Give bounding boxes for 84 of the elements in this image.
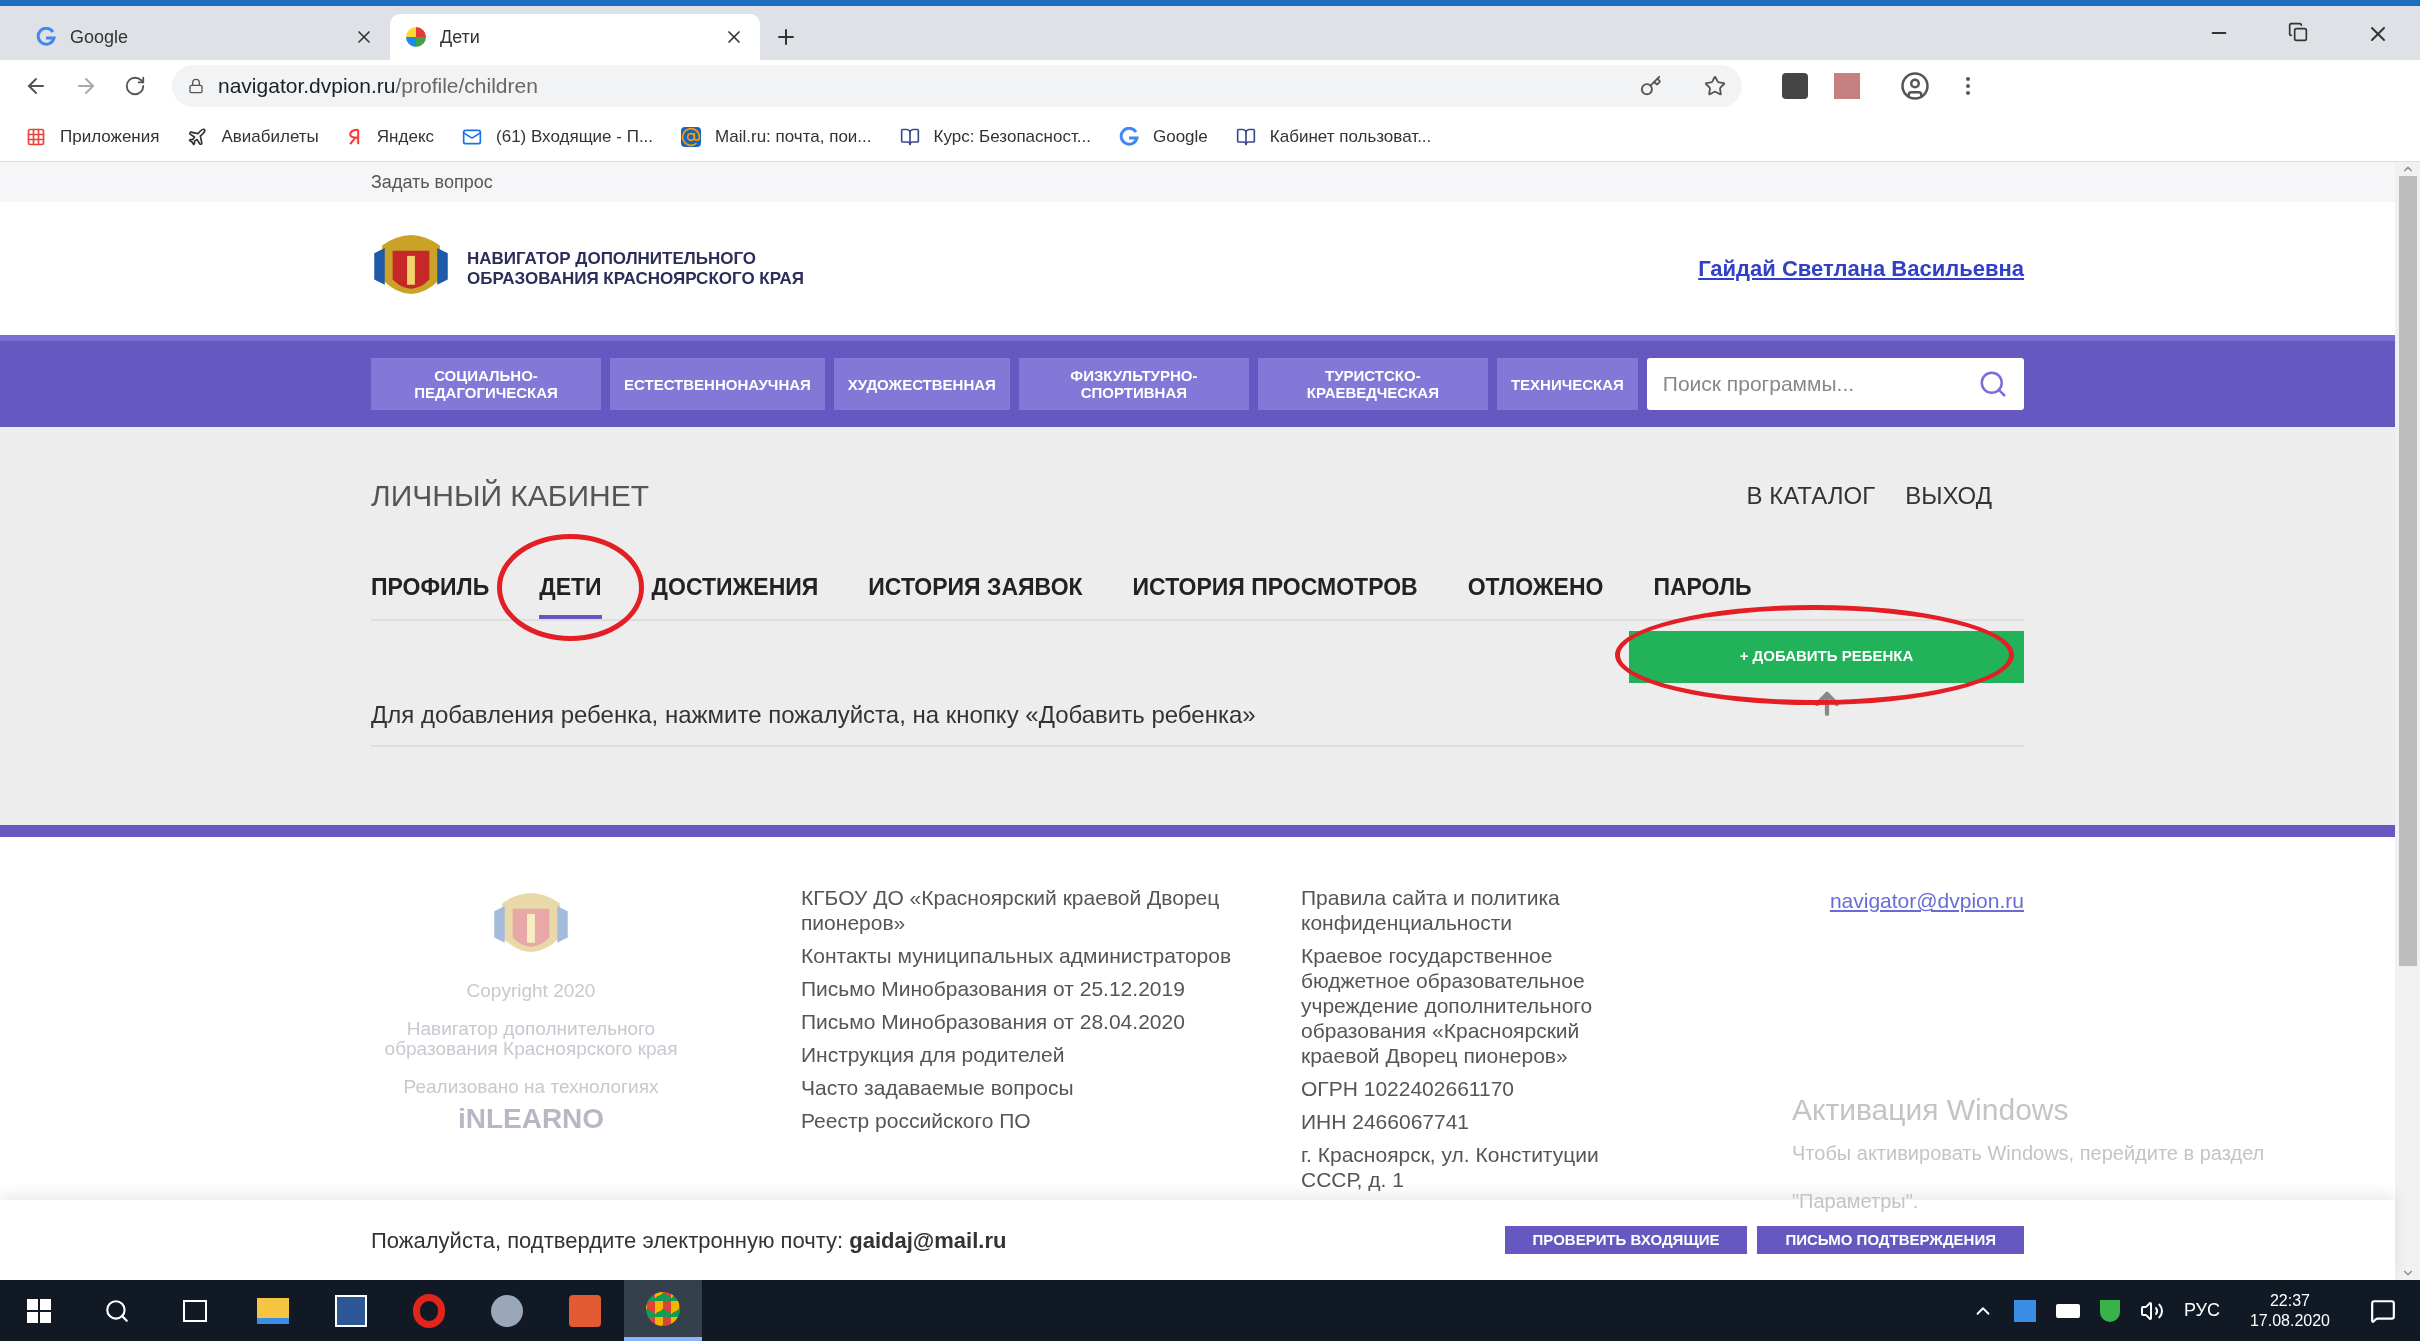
scrollbar[interactable] (2395, 162, 2420, 1280)
profile-icon[interactable] (1900, 71, 1930, 101)
footer-link[interactable]: Письмо Минобразования от 25.12.2019 (801, 976, 1251, 1001)
footer-text: ИНН 2466067741 (1301, 1109, 1471, 1134)
profile-tab[interactable]: ПРОФИЛЬ (371, 570, 490, 619)
footer-link[interactable]: Инструкция для родителей (801, 1042, 1251, 1067)
at-sign-icon (681, 126, 702, 147)
bookmark-item[interactable]: Приложения (26, 123, 160, 150)
footer-link[interactable]: КГБОУ ДО «Красноярский краевой Дворец пионеров» (801, 885, 1251, 935)
activation-title: Активация Windows (1792, 1092, 2070, 1128)
category-button[interactable]: СОЦИАЛЬНО-ПЕДАГОГИЧЕСКАЯ (371, 358, 601, 410)
bookmark-item[interactable]: Курс: Безопасност... (899, 123, 1091, 150)
profile-tab[interactable]: ИСТОРИЯ ПРОСМОТРОВ (1132, 570, 1418, 619)
footer-link[interactable]: Контакты муниципальных администраторов (801, 943, 1251, 968)
folder-icon[interactable] (257, 1297, 289, 1324)
document-app-icon[interactable] (335, 1294, 367, 1327)
profile-tab[interactable]: ДОСТИЖЕНИЯ (651, 570, 819, 619)
bookmark-item[interactable]: Google (1119, 123, 1208, 150)
confirm-email-text: Пожалуйста, подтвердите электронную почту: gaidaj@mail.ru (371, 1226, 1008, 1255)
book-icon (1235, 126, 1256, 147)
header-link[interactable]: ВЫХОД (1905, 477, 1992, 514)
bookmark-item[interactable]: Яндекс (346, 123, 434, 150)
bookmark-item[interactable]: (61) Входящие - П... (462, 123, 654, 150)
browser-tab[interactable]: Дети (390, 14, 760, 60)
bookmark-item[interactable]: Mail.ru: почта, пои... (681, 123, 872, 150)
google-logo-icon (1119, 126, 1139, 147)
clock[interactable]: 22:37 17.08.2020 (2249, 1290, 2330, 1331)
tab-title: Дети (440, 25, 481, 49)
shield-icon[interactable] (2099, 1299, 2120, 1322)
platform-logo: iNLEARNO (457, 1109, 605, 1129)
page-title: ЛИЧНЫЙ КАБИНЕТ (371, 478, 650, 514)
plane-icon (187, 126, 208, 147)
star-icon[interactable] (1704, 75, 1726, 97)
footer-text: Краевое государственное бюджетное образовательное учреждение дополнительного образования «Красноярский краевой Дворец пионеров» (1301, 943, 1594, 1068)
scrollbar-thumb[interactable] (2398, 176, 2417, 966)
address-field[interactable]: navigator.dvpion.ru/profile/children (172, 65, 1742, 107)
header-link[interactable]: В КАТАЛОГ (1746, 477, 1876, 514)
battery-icon[interactable] (2055, 1303, 2080, 1318)
user-name-link[interactable]: Гайдай Светлана Васильевна (1698, 252, 2024, 285)
reload-icon[interactable] (124, 75, 146, 97)
profile-tab[interactable]: ИСТОРИЯ ЗАЯВОК (868, 570, 1083, 619)
bookmark-item[interactable]: Авиабилеты (187, 123, 319, 150)
category-button[interactable]: ХУДОЖЕСТВЕННАЯ (833, 358, 1010, 410)
activation-text: Чтобы активировать Windows, перейдите в раздел (1792, 1141, 2265, 1166)
ring-app-icon[interactable] (413, 1293, 445, 1328)
apps-grid-icon (26, 126, 46, 147)
profile-tab[interactable]: ОТЛОЖЕНО (1467, 570, 1604, 619)
footer-link[interactable]: Часто задаваемые вопросы (801, 1075, 1251, 1100)
footer-text: Правила сайта и политика конфиденциальности (1301, 885, 1561, 935)
category-button[interactable]: ФИЗКУЛЬТУРНО-СПОРТИВНАЯ (1018, 358, 1249, 410)
language-indicator[interactable]: РУС (2183, 1297, 2220, 1324)
category-button[interactable]: ТУРИСТСКО-КРАЕВЕДЧЕСКАЯ (1257, 358, 1488, 410)
google-logo-icon (36, 27, 56, 47)
flower-icon (406, 27, 426, 47)
browser-tab[interactable]: Google (20, 14, 390, 60)
lock-icon (188, 78, 204, 94)
restore-icon[interactable] (2288, 22, 2308, 42)
confirm-action-button[interactable]: ПРОВЕРИТЬ ВХОДЯЩИЕ (1504, 1226, 1748, 1254)
activation-text: "Параметры". (1792, 1189, 1919, 1214)
tray-app-icon[interactable] (2013, 1299, 2036, 1322)
footer-text: ОГРН 1022402661170 (1301, 1076, 1515, 1101)
key-icon[interactable] (1640, 75, 1662, 97)
bookmark-item[interactable]: Кабинет пользоват... (1235, 123, 1432, 150)
tab-title: Google (70, 25, 130, 49)
ask-question-link[interactable]: Задать вопрос (371, 171, 493, 192)
confirm-action-button[interactable]: ПИСЬМО ПОДТВЕРЖДЕНИЯ (1757, 1226, 2024, 1254)
browser-app-icon[interactable] (646, 1291, 680, 1326)
url-text: navigator.dvpion.ru/profile/children (218, 73, 539, 100)
footer-link[interactable]: Письмо Минобразования от 28.04.2020 (801, 1009, 1251, 1034)
book-icon (899, 126, 920, 147)
footer-text: г. Красноярск, ул. Конституции СССР, д. 1 (1301, 1142, 1600, 1192)
footer-link[interactable]: Реестр российского ПО (801, 1108, 1251, 1133)
app-icon[interactable] (491, 1294, 523, 1327)
site-title[interactable]: НАВИГАТОР ДОПОЛНИТЕЛЬНОГО ОБРАЗОВАНИЯ КРАСНОЯРСКОГО КРАЯ (467, 248, 805, 289)
category-button[interactable]: ТЕХНИЧЕСКАЯ (1496, 358, 1638, 410)
notifications-icon[interactable] (2370, 1297, 2396, 1324)
hint-text: Для добавления ребенка, нажмите пожалуйста, на кнопку «Добавить ребенка» (371, 699, 1256, 730)
profile-tab[interactable]: ДЕТИ (539, 570, 602, 619)
email-link[interactable]: navigator@dvpion.ru (1829, 885, 2024, 913)
task-view-icon[interactable] (183, 1299, 207, 1322)
search-icon[interactable] (104, 1297, 130, 1324)
category-button[interactable]: ЕСТЕСТВЕННОНАУЧНАЯ (610, 358, 825, 410)
profile-tab[interactable]: ПАРОЛЬ (1653, 570, 1752, 619)
app-icon[interactable] (569, 1294, 601, 1327)
